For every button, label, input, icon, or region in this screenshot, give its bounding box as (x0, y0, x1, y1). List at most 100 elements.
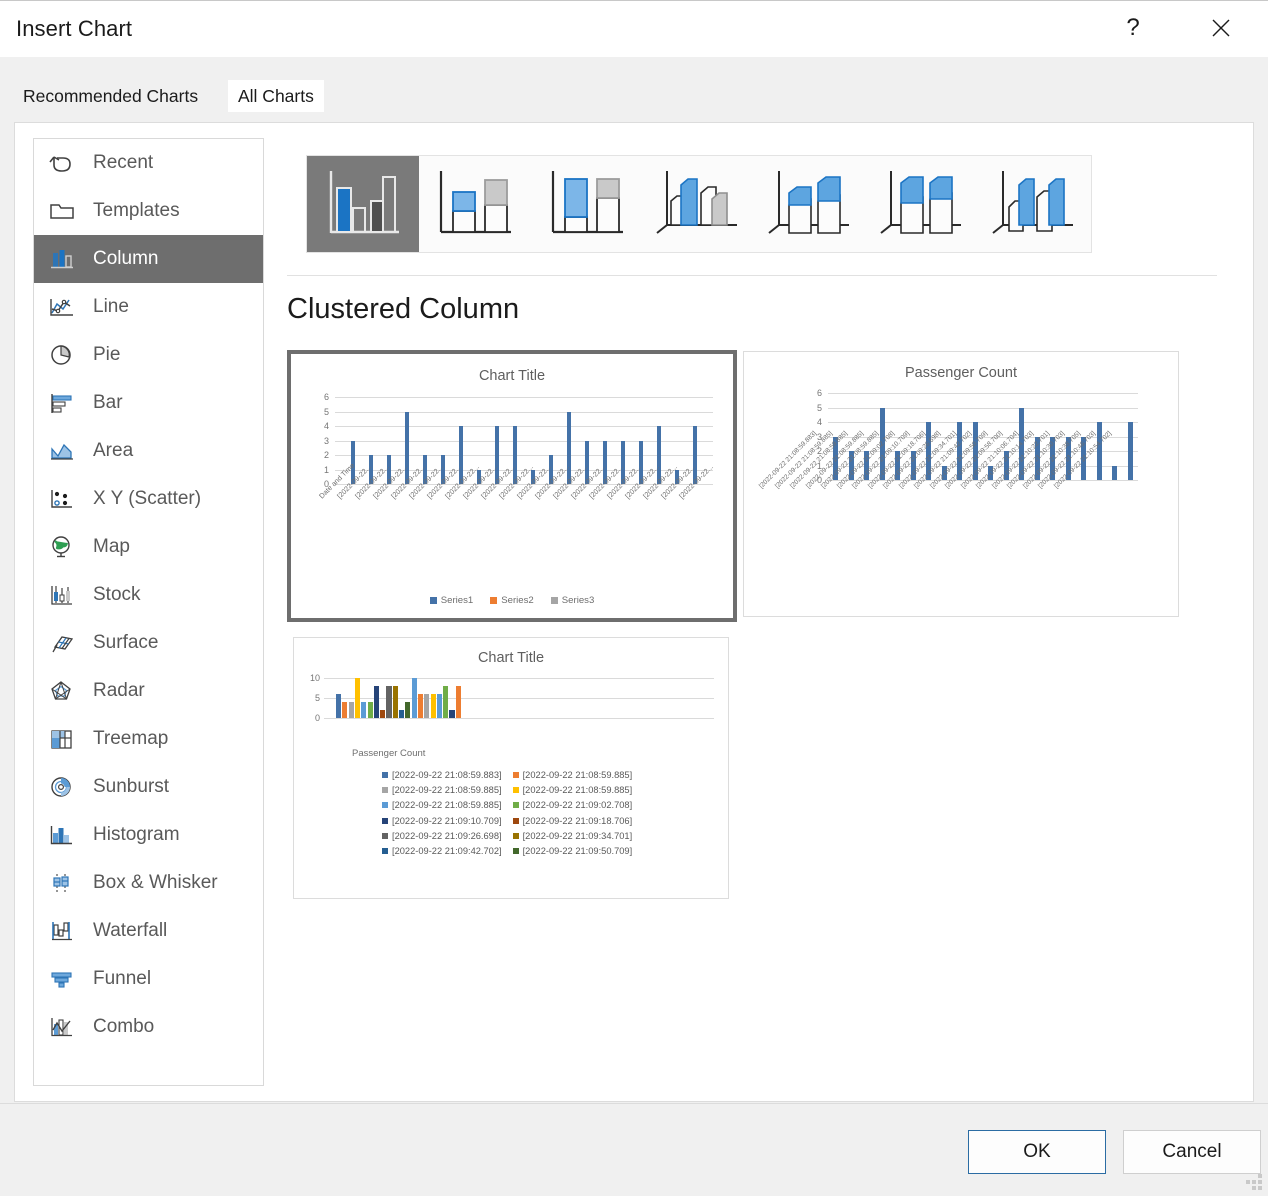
y-tick: 1 (323, 464, 329, 475)
dialog-content-panel: Recent Templates Column Line Pie Bar Are… (14, 122, 1254, 1102)
stacked-column-icon (439, 171, 511, 234)
sidebar-item-stock-label: Stock (93, 584, 141, 605)
sidebar-item-box-whisker[interactable]: Box & Whisker (34, 859, 263, 907)
sidebar-item-treemap[interactable]: Treemap (34, 715, 263, 763)
legend-swatch (382, 847, 388, 854)
resize-grip[interactable] (1246, 1174, 1262, 1190)
column-chart-icon (45, 243, 79, 275)
sidebar-item-templates[interactable]: Templates (34, 187, 263, 235)
chart-subtype-100-stacked-column[interactable] (531, 156, 643, 252)
sidebar-item-bar[interactable]: Bar (34, 379, 263, 427)
chart-category-list[interactable]: Recent Templates Column Line Pie Bar Are… (33, 138, 264, 1086)
sidebar-item-funnel-label: Funnel (93, 968, 152, 989)
chart-subtype-3d-column[interactable] (979, 156, 1091, 252)
sidebar-item-histogram[interactable]: Histogram (34, 811, 263, 859)
bar (405, 702, 411, 718)
bar (380, 710, 386, 718)
sidebar-item-stock[interactable]: Stock (34, 571, 263, 619)
clustered-column-icon (329, 171, 399, 234)
legend-item: Series2 (490, 595, 534, 606)
sidebar-item-treemap-label: Treemap (93, 728, 169, 749)
sidebar-item-line-label: Line (93, 296, 129, 317)
chart-subtype-title: Clustered Column (287, 293, 520, 325)
legend-label: [2022-09-22 21:09:10.709] (392, 815, 502, 826)
sidebar-item-line[interactable]: Line (34, 283, 263, 331)
y-tick: 5 (323, 406, 329, 417)
sidebar-item-pie-label: Pie (93, 344, 121, 365)
y-tick: 0 (314, 713, 320, 723)
y-tick: 4 (816, 417, 822, 427)
chart-subtype-stacked-column[interactable] (419, 156, 531, 252)
sidebar-item-waterfall-label: Waterfall (93, 920, 168, 941)
chart-subtype-clustered-column[interactable] (307, 156, 419, 252)
chart-preview-3-plot: 10 5 0 (310, 673, 714, 723)
legend-swatch (512, 832, 519, 839)
bar (449, 710, 455, 718)
legend-swatch (512, 847, 519, 854)
sidebar-item-map-label: Map (93, 536, 130, 557)
sunburst-icon (45, 771, 79, 803)
bar (455, 686, 461, 718)
chart-subtype-3d-100-stacked-column[interactable] (867, 156, 979, 252)
legend-swatch (382, 832, 388, 839)
help-icon[interactable]: ? (1110, 6, 1156, 50)
chart-subtype-gallery[interactable] (306, 155, 1092, 253)
bar (443, 686, 449, 718)
bar (417, 694, 424, 718)
stock-chart-icon (45, 579, 79, 611)
y-tick: 4 (323, 421, 329, 431)
y-tick: 5 (816, 402, 822, 413)
cancel-button[interactable]: Cancel (1123, 1130, 1261, 1174)
legend-label: [2022-09-22 21:08:59.885] (392, 785, 502, 796)
legend-label: Series1 (440, 595, 474, 606)
chart-subtype-3d-clustered-column[interactable] (643, 156, 755, 252)
sidebar-item-map[interactable]: Map (34, 523, 263, 571)
bar (392, 686, 398, 718)
chart-preview-3[interactable]: Chart Title 10 5 0 Passenger Count [2022… (293, 637, 729, 899)
legend-label: [2022-09-22 21:09:26.698] (392, 830, 502, 841)
chart-preview-2[interactable]: Passenger Count 6 5 4 3 2 1 0 [2022-09-2… (743, 351, 1179, 617)
chart-preview-1-title: Chart Title (478, 368, 546, 384)
chart-preview-1[interactable]: Chart Title 6 5 4 3 2 1 0 Date and Time[… (287, 350, 737, 622)
bar (354, 678, 361, 718)
histogram-icon (45, 819, 79, 851)
close-icon[interactable] (1198, 6, 1244, 50)
sidebar-item-surface[interactable]: Surface (34, 619, 263, 667)
sidebar-item-area-label: Area (93, 440, 134, 461)
y-tick: 2 (323, 450, 329, 460)
ok-button[interactable]: OK (968, 1130, 1106, 1174)
three-d-clustered-column-icon (656, 171, 737, 234)
legend-label: [2022-09-22 21:08:59.885] (522, 785, 633, 796)
sidebar-item-pie[interactable]: Pie (34, 331, 263, 379)
ok-button-label: OK (1023, 1141, 1051, 1162)
chart-preview-3-category-label: Passenger Count (352, 748, 426, 759)
legend-label: [2022-09-22 21:09:42.702] (392, 845, 502, 856)
legend-item: [2022-09-22 21:08:59.885] (512, 770, 632, 780)
recent-undo-icon (45, 147, 79, 179)
legend-label: [2022-09-22 21:09:34.701] (522, 830, 633, 841)
sidebar-item-area[interactable]: Area (34, 427, 263, 475)
tab-recommended-charts-label: Recommended Charts (23, 85, 199, 106)
sidebar-item-combo[interactable]: Combo (34, 1003, 263, 1051)
sidebar-item-funnel[interactable]: Funnel (34, 955, 263, 1003)
chart-preview-2-title: Passenger Count (904, 365, 1018, 381)
chart-subtype-3d-stacked-column[interactable] (755, 156, 867, 252)
sidebar-item-xy-scatter[interactable]: X Y (Scatter) (34, 475, 263, 523)
bar (1096, 422, 1102, 480)
y-tick: 10 (309, 673, 320, 683)
legend-label: [2022-09-22 21:09:50.709] (522, 845, 633, 856)
sidebar-item-column[interactable]: Column (34, 235, 263, 283)
sidebar-item-waterfall[interactable]: Waterfall (34, 907, 263, 955)
legend-label: Series2 (501, 595, 534, 606)
sidebar-item-sunburst[interactable]: Sunburst (34, 763, 263, 811)
radar-chart-icon (45, 675, 79, 707)
sidebar-item-recent[interactable]: Recent (34, 139, 263, 187)
sidebar-item-radar[interactable]: Radar (34, 667, 263, 715)
legend-swatch (512, 802, 519, 809)
bar (361, 702, 367, 718)
bar (430, 694, 436, 718)
close-glyph (1212, 19, 1230, 37)
tab-all-charts[interactable]: All Charts (228, 80, 324, 112)
tab-recommended-charts[interactable]: Recommended Charts (14, 80, 208, 112)
bar (367, 702, 373, 718)
